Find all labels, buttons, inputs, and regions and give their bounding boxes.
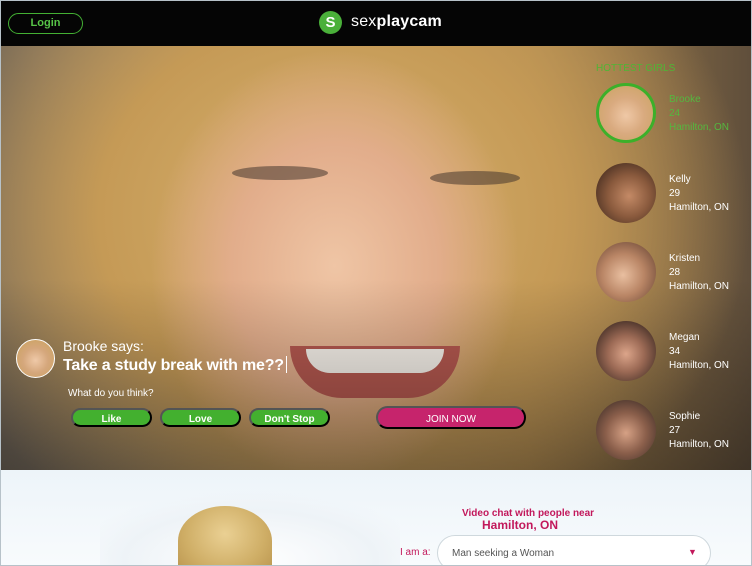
girl-card-kelly[interactable]: Kelly 29 Hamilton, ON [596,163,746,227]
girl-name: Megan [669,332,700,343]
girl-info: Sophie 27 Hamilton, ON [669,410,729,452]
girl-avatar [596,163,656,223]
love-button[interactable]: Love [160,408,241,427]
girl-age: 24 [669,108,681,119]
dont-stop-button[interactable]: Don't Stop [249,408,330,427]
girl-age: 29 [669,188,681,199]
like-button[interactable]: Like [71,408,152,427]
girl-city: Hamilton, ON [669,360,730,371]
says-avatar [16,339,55,378]
girl-city: Hamilton, ON [669,202,730,213]
brand-logo-icon: S [319,10,342,34]
girl-avatar [596,242,656,302]
girl-info: Kelly 29 Hamilton, ON [669,173,729,215]
girl-info: Kristen 28 Hamilton, ON [669,252,729,294]
girl-avatar [596,321,656,381]
girl-name: Sophie [669,411,701,422]
says-message-text: Take a study break with me?? [63,357,284,374]
reaction-prompt: What do you think? [68,388,154,399]
girl-card-sophie[interactable]: Sophie 27 Hamilton, ON [596,400,746,464]
girl-age: 28 [669,267,681,278]
brand-name-bold: playcam [376,13,442,30]
seeking-select[interactable]: Man seeking a Woman ▼ [437,535,711,566]
i-am-label: I am a: [400,547,431,558]
girl-city: Hamilton, ON [669,439,730,450]
girl-city: Hamilton, ON [669,281,730,292]
join-now-button[interactable]: JOIN NOW [376,406,526,429]
chevron-down-icon: ▼ [688,547,697,557]
brand-name-light: sex [351,13,377,30]
signup-section: Video chat with people near Hamilton, ON… [0,470,752,566]
hottest-girls-title: HOTTEST GIRLS [596,63,676,74]
signup-photo-detail [178,506,272,566]
girl-name: Kristen [669,253,701,264]
says-name: Brooke says: [63,338,144,354]
girl-card-brooke[interactable]: Brooke 24 Hamilton, ON [596,83,746,147]
brand-name: sexplaycam [351,13,442,31]
girl-info: Brooke 24 Hamilton, ON [669,93,729,135]
girl-avatar [596,400,656,460]
girl-card-megan[interactable]: Megan 34 Hamilton, ON [596,321,746,385]
typing-caret [285,356,287,373]
girl-avatar [596,83,656,143]
top-bar: Login S sexplaycam [0,0,752,46]
says-message: Take a study break with me?? [63,356,287,375]
girl-card-kristen[interactable]: Kristen 28 Hamilton, ON [596,242,746,306]
near-city: Hamilton, ON [482,518,559,532]
girl-name: Kelly [669,174,691,185]
girl-city: Hamilton, ON [669,122,730,133]
login-button[interactable]: Login [8,13,83,34]
girl-info: Megan 34 Hamilton, ON [669,331,729,373]
girl-name: Brooke [669,94,701,105]
seeking-select-value: Man seeking a Woman [452,548,555,559]
brand-logo-link[interactable]: S sexplaycam [319,10,442,34]
girl-age: 27 [669,425,681,436]
girl-age: 34 [669,346,681,357]
